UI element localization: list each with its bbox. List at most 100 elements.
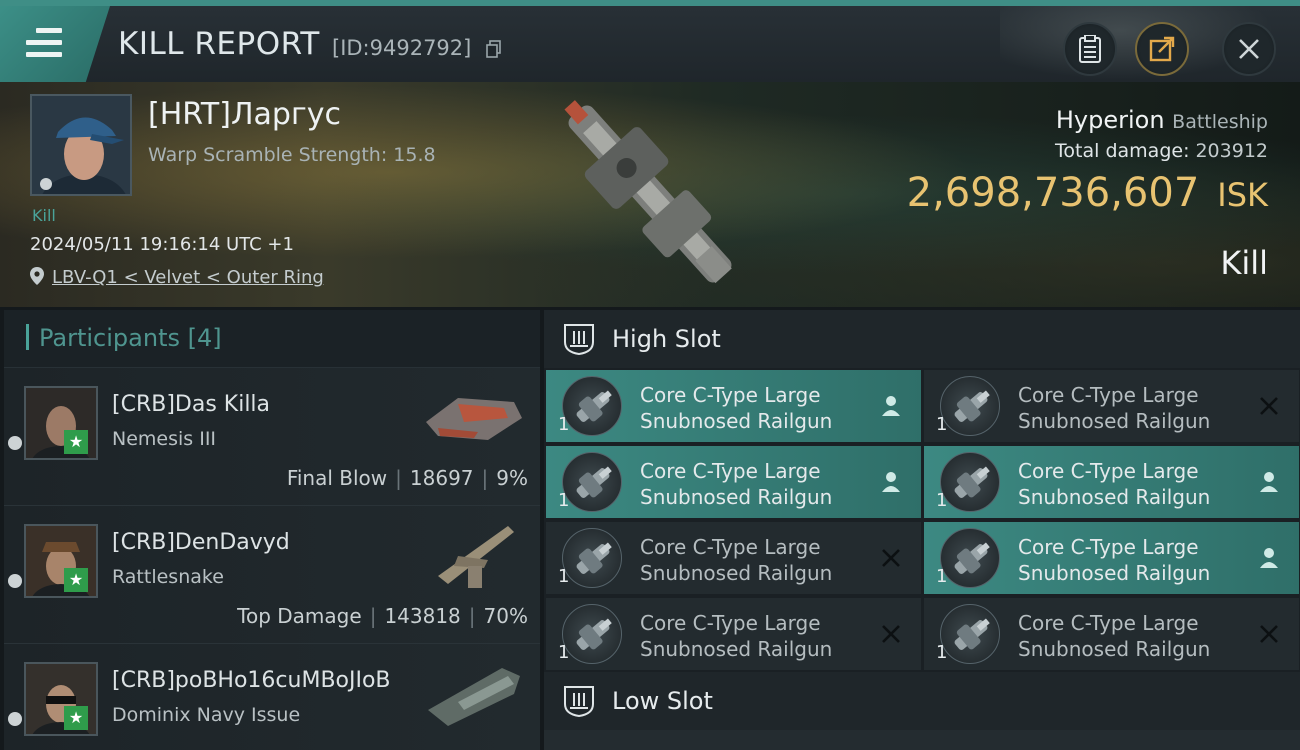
person-icon[interactable] bbox=[877, 468, 905, 496]
module-slot[interactable]: 1 Core C-Type Large Snubnosed Railgun bbox=[546, 446, 921, 518]
high-slot-icon bbox=[564, 324, 594, 356]
module-quantity: 1 bbox=[936, 490, 948, 511]
participant-percent: 70% bbox=[483, 604, 528, 628]
clipboard-button[interactable] bbox=[1063, 22, 1117, 76]
warp-scramble-strength: Warp Scramble Strength: 15.8 bbox=[148, 144, 436, 166]
module-quantity: 1 bbox=[558, 642, 570, 663]
participant-name[interactable]: [CRB]poBHo16cuMBoJIoB bbox=[112, 668, 391, 693]
module-quantity: 1 bbox=[558, 414, 570, 435]
kill-datetime: 2024/05/11 19:16:14 UTC +1 bbox=[30, 234, 294, 255]
railgun-icon bbox=[562, 528, 622, 588]
corp-icon bbox=[8, 574, 22, 588]
kill-location-link[interactable]: LBV-Q1 < Velvet < Outer Ring bbox=[52, 267, 324, 288]
module-slot[interactable]: 1 Core C-Type Large Snubnosed Railgun bbox=[924, 598, 1299, 670]
module-name-line1: Core C-Type Large bbox=[1018, 611, 1199, 635]
separator: | bbox=[468, 604, 476, 628]
participants-panel: Participants [4] ★ [CRB]Das Killa Nemesi… bbox=[4, 310, 540, 750]
person-icon[interactable] bbox=[1255, 544, 1283, 572]
module-slot[interactable]: 1 Core C-Type Large Snubnosed Railgun bbox=[546, 370, 921, 442]
total-damage: Total damage: 203912 bbox=[1055, 140, 1268, 162]
participant-row[interactable]: ★ [CRB]Das Killa Nemesis III Final Blow |… bbox=[4, 368, 540, 506]
module-name: Core C-Type Large Snubnosed Railgun bbox=[640, 534, 870, 586]
railgun-icon bbox=[940, 528, 1000, 588]
person-icon[interactable] bbox=[877, 392, 905, 420]
participant-damage: 143818 bbox=[384, 604, 461, 628]
kill-tag: Kill bbox=[32, 206, 56, 225]
module-slot[interactable]: 1 Core C-Type Large Snubnosed Railgun bbox=[546, 598, 921, 670]
destroyed-x-icon[interactable] bbox=[1255, 620, 1283, 648]
participant-stats: Final Blow | 18697 | 9% bbox=[287, 466, 528, 490]
participant-row[interactable]: ★ [CRB]DenDavyd Rattlesnake Top Damage | 1… bbox=[4, 506, 540, 644]
participant-role: Top Damage bbox=[237, 604, 362, 628]
module-name-line2: Snubnosed Railgun bbox=[1018, 561, 1211, 585]
module-name-line2: Snubnosed Railgun bbox=[640, 637, 833, 661]
module-name: Core C-Type Large Snubnosed Railgun bbox=[640, 458, 870, 510]
low-slot-label: Low Slot bbox=[612, 687, 713, 715]
module-quantity: 1 bbox=[936, 414, 948, 435]
module-name: Core C-Type Large Snubnosed Railgun bbox=[1018, 458, 1248, 510]
participant-ship: Rattlesnake bbox=[112, 566, 224, 588]
module-name-line1: Core C-Type Large bbox=[640, 535, 821, 559]
railgun-icon bbox=[940, 376, 1000, 436]
low-slot-header: Low Slot bbox=[544, 672, 1300, 730]
module-slot[interactable]: 1 Core C-Type Large Snubnosed Railgun bbox=[546, 522, 921, 594]
menu-button[interactable] bbox=[0, 6, 110, 82]
module-name: Core C-Type Large Snubnosed Railgun bbox=[1018, 610, 1248, 662]
victim-portrait[interactable] bbox=[30, 94, 132, 196]
participant-ship-image bbox=[438, 526, 514, 588]
pilot-avatar bbox=[32, 96, 130, 194]
destroyed-x-icon[interactable] bbox=[877, 544, 905, 572]
module-name-line1: Core C-Type Large bbox=[1018, 535, 1199, 559]
module-slot[interactable]: 1 Core C-Type Large Snubnosed Railgun bbox=[924, 370, 1299, 442]
module-slot[interactable]: 1 Core C-Type Large Snubnosed Railgun bbox=[924, 522, 1299, 594]
share-icon bbox=[1149, 36, 1175, 62]
railgun-icon bbox=[562, 376, 622, 436]
clipboard-icon bbox=[1079, 35, 1101, 63]
participant-ship: Nemesis III bbox=[112, 428, 217, 450]
close-button[interactable] bbox=[1222, 22, 1276, 76]
separator: | bbox=[369, 604, 377, 628]
participant-row[interactable]: ★ [CRB]poBHo16cuMBoJIoB Dominix Navy Iss… bbox=[4, 644, 540, 750]
module-name-line2: Snubnosed Railgun bbox=[640, 409, 833, 433]
module-name-line2: Snubnosed Railgun bbox=[640, 561, 833, 585]
separator: | bbox=[481, 466, 489, 490]
report-id: [ID:9492792] bbox=[332, 36, 472, 60]
module-name: Core C-Type Large Snubnosed Railgun bbox=[640, 382, 870, 434]
module-name-line1: Core C-Type Large bbox=[640, 459, 821, 483]
participant-stats: Top Damage | 143818 | 70% bbox=[237, 604, 528, 628]
participant-name[interactable]: [CRB]Das Killa bbox=[112, 392, 270, 417]
corp-icon bbox=[8, 436, 22, 450]
destroyed-x-icon[interactable] bbox=[1255, 392, 1283, 420]
result-label: Kill bbox=[1220, 244, 1268, 282]
participants-header: Participants [4] bbox=[4, 310, 540, 368]
participant-role: Final Blow bbox=[286, 466, 388, 490]
low-slot-icon bbox=[564, 686, 594, 718]
high-slot-label: High Slot bbox=[612, 325, 721, 353]
isk-value: 2,698,736,607 ISK bbox=[907, 170, 1268, 216]
victim-ship-image bbox=[564, 100, 732, 284]
module-name-line1: Core C-Type Large bbox=[1018, 383, 1199, 407]
copy-icon[interactable] bbox=[486, 40, 502, 58]
corp-icon bbox=[8, 712, 22, 726]
star-icon: ★ bbox=[64, 430, 88, 454]
destroyed-x-icon[interactable] bbox=[877, 620, 905, 648]
share-button[interactable] bbox=[1135, 22, 1189, 76]
participant-ship: Dominix Navy Issue bbox=[112, 704, 301, 726]
location-pin-icon bbox=[30, 267, 44, 285]
person-icon[interactable] bbox=[1255, 468, 1283, 496]
participants-label: Participants bbox=[39, 324, 180, 352]
victim-name[interactable]: [HRT]Ларгус bbox=[148, 97, 341, 132]
ship-type[interactable]: Hyperion bbox=[1056, 106, 1165, 134]
module-slot[interactable]: 1 Core C-Type Large Snubnosed Railgun bbox=[924, 446, 1299, 518]
module-name: Core C-Type Large Snubnosed Railgun bbox=[640, 610, 870, 662]
module-name-line2: Snubnosed Railgun bbox=[1018, 485, 1211, 509]
low-slot-row-partial bbox=[544, 730, 1300, 750]
module-quantity: 1 bbox=[936, 642, 948, 663]
module-name-line2: Snubnosed Railgun bbox=[1018, 637, 1211, 661]
ship-class: Battleship bbox=[1172, 111, 1268, 133]
fitting-slots-panel: High Slot 1 Core C-Type Large Snubnosed Ra… bbox=[544, 310, 1300, 750]
participant-name[interactable]: [CRB]DenDavyd bbox=[112, 530, 290, 555]
railgun-icon bbox=[940, 604, 1000, 664]
module-name-line1: Core C-Type Large bbox=[1018, 459, 1199, 483]
kill-summary-banner: [HRT]Ларгус Warp Scramble Strength: 15.8… bbox=[0, 82, 1300, 307]
